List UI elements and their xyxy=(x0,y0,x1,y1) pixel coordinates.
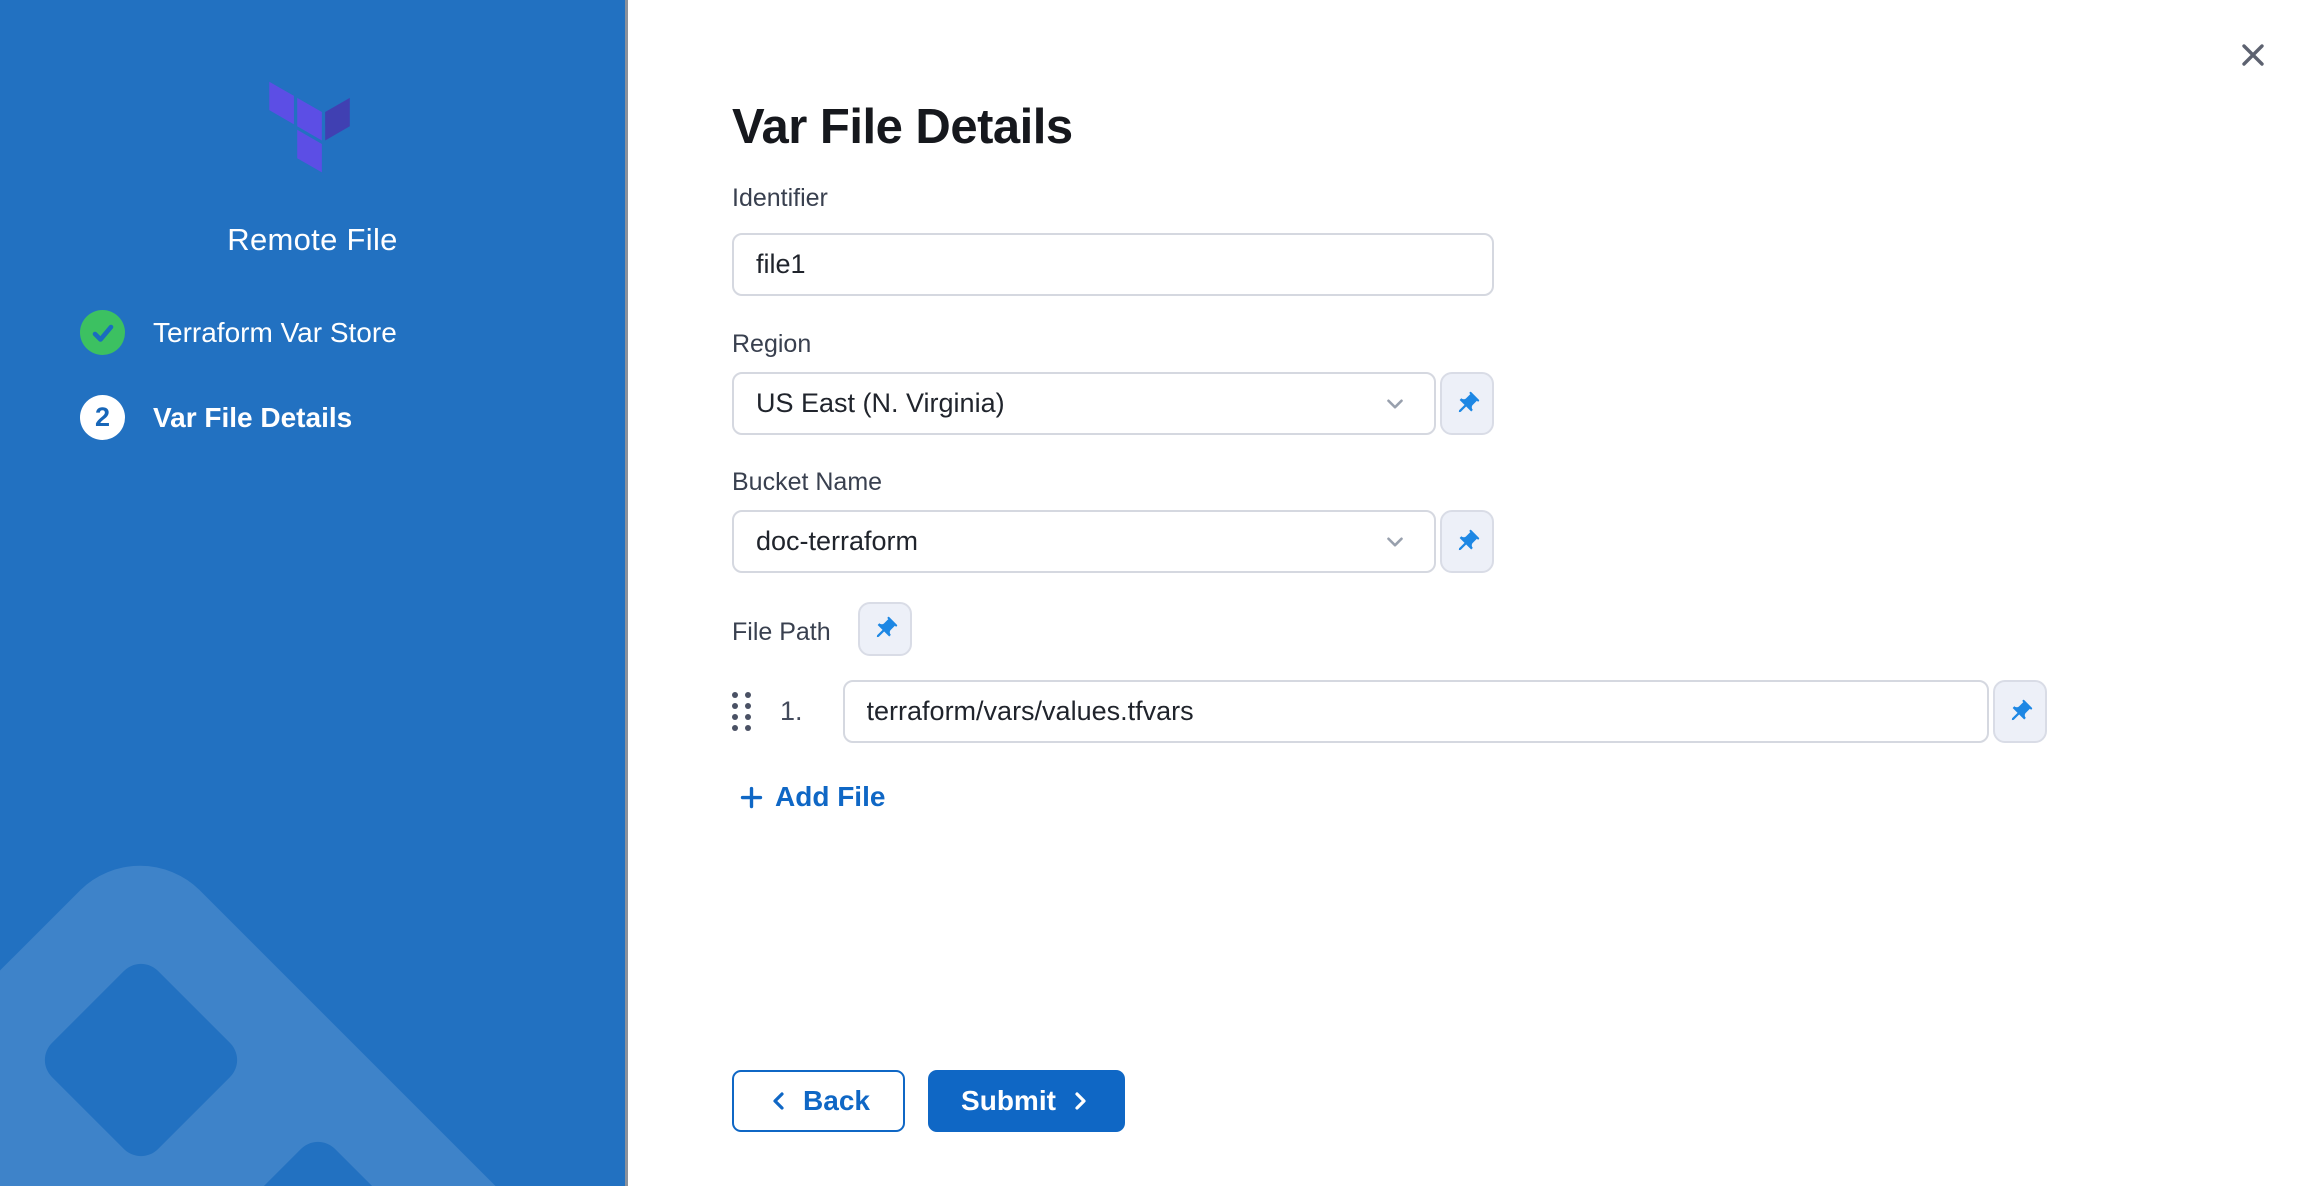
identifier-label: Identifier xyxy=(732,184,828,213)
pin-icon xyxy=(1453,528,1481,556)
file-row-pin-button[interactable] xyxy=(1993,680,2047,743)
region-label: Region xyxy=(732,330,811,359)
bucket-name-select[interactable]: doc-terraform xyxy=(732,510,1436,573)
file-path-row: 1. xyxy=(732,680,2048,743)
file-path-pin-button[interactable] xyxy=(858,602,912,656)
var-file-details-modal: Remote File Terraform Var Store 2 Var Fi… xyxy=(0,0,2318,1186)
chevron-down-icon xyxy=(1382,529,1408,555)
close-button[interactable] xyxy=(2228,30,2278,80)
page-title: Var File Details xyxy=(732,99,1073,155)
step-number-badge: 2 xyxy=(80,395,125,440)
step-label: Var File Details xyxy=(153,402,352,434)
chevron-left-icon xyxy=(767,1089,791,1113)
drag-handle-icon[interactable] xyxy=(732,692,756,732)
file-path-label: File Path xyxy=(732,618,831,647)
check-icon xyxy=(90,320,116,346)
wizard-sidebar: Remote File Terraform Var Store 2 Var Fi… xyxy=(0,0,628,1186)
region-select[interactable]: US East (N. Virginia) xyxy=(732,372,1436,435)
pin-icon xyxy=(2006,698,2034,726)
region-selected-value: US East (N. Virginia) xyxy=(734,388,1382,419)
pin-icon xyxy=(1453,390,1481,418)
step-terraform-var-store[interactable]: Terraform Var Store xyxy=(80,310,620,355)
identifier-input[interactable] xyxy=(732,233,1494,296)
close-icon xyxy=(2238,40,2268,70)
back-label: Back xyxy=(803,1085,870,1117)
terraform-logo-icon xyxy=(266,76,358,186)
file-path-input[interactable] xyxy=(843,680,1989,743)
chevron-down-icon xyxy=(1382,391,1408,417)
watermark-logo xyxy=(0,766,626,1186)
wizard-title: Remote File xyxy=(0,222,625,258)
step-var-file-details[interactable]: 2 Var File Details xyxy=(80,395,620,440)
plus-icon xyxy=(738,784,765,811)
step-completed-badge xyxy=(80,310,125,355)
add-file-button[interactable]: Add File xyxy=(738,778,885,816)
file-row-index: 1. xyxy=(780,696,803,727)
region-pin-button[interactable] xyxy=(1440,372,1494,435)
bucket-selected-value: doc-terraform xyxy=(734,526,1382,557)
submit-button[interactable]: Submit xyxy=(928,1070,1125,1132)
bucket-name-label: Bucket Name xyxy=(732,468,882,497)
chevron-right-icon xyxy=(1068,1089,1092,1113)
add-file-label: Add File xyxy=(775,781,885,813)
pin-icon xyxy=(871,615,899,643)
back-button[interactable]: Back xyxy=(732,1070,905,1132)
bucket-pin-button[interactable] xyxy=(1440,510,1494,573)
submit-label: Submit xyxy=(961,1085,1056,1117)
step-label: Terraform Var Store xyxy=(153,317,397,349)
